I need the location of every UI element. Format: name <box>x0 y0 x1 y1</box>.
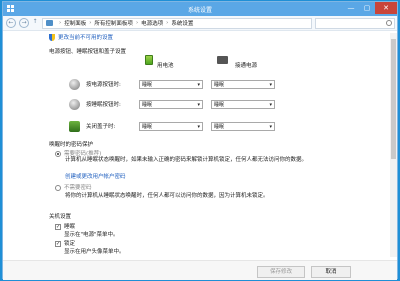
chevron-down-icon: ▾ <box>269 82 272 88</box>
minimize-button[interactable]: — <box>343 2 359 14</box>
scrollbar-thumb[interactable] <box>391 39 396 159</box>
chevron-down-icon: ▾ <box>269 102 272 108</box>
maximize-button[interactable]: ▢ <box>359 2 375 14</box>
forward-button[interactable]: → <box>19 18 29 28</box>
title-bar: 系统设置 — ▢ ✕ <box>3 2 397 16</box>
lock-desc: 显示在用户头像菜单中。 <box>64 249 125 255</box>
require-password-radio[interactable] <box>55 150 61 157</box>
search-icon <box>386 19 392 26</box>
back-button[interactable]: ← <box>6 18 16 28</box>
lock-option[interactable]: ✓ 锁定 <box>55 239 75 247</box>
save-changes-button[interactable]: 保存修改 <box>257 266 305 278</box>
control-panel-icon <box>46 20 53 26</box>
battery-icon <box>145 55 153 65</box>
power-button-icon <box>69 78 80 90</box>
breadcrumb[interactable]: › 控制面板 › 所有控制面板项 › 电源选项 › 系统设置 <box>42 17 312 29</box>
no-password-option[interactable]: 不需要密码 <box>55 183 92 191</box>
up-button[interactable]: ↑ <box>32 18 38 28</box>
uac-shield-icon <box>49 34 55 41</box>
address-bar: ← → ↑ › 控制面板 › 所有控制面板项 › 电源选项 › 系统设置 <box>3 16 397 31</box>
create-password-link[interactable]: 创建或更改用户帐户密码 <box>65 172 126 180</box>
close-lid-plugged-select[interactable]: 睡眠 ▾ <box>211 122 275 131</box>
sleep-checkbox[interactable]: ✓ <box>55 223 61 230</box>
sleep-desc: 显示在"电源"菜单中。 <box>64 232 119 238</box>
require-password-desc: 计算机从睡眠状态唤醒时，如果未输入正确的密码来解锁计算机锁定，任何人都无法访问你… <box>65 157 308 163</box>
no-password-desc: 将你的计算机从睡眠状态唤醒时，任何人都可以访问你的数据，因为计算机未锁定。 <box>65 193 269 199</box>
crumb-control-panel[interactable]: 控制面板 <box>64 19 86 27</box>
sleep-button-icon <box>69 98 80 110</box>
shutdown-section-title: 关机设置 <box>49 214 72 220</box>
crumb-system-settings[interactable]: 系统设置 <box>171 19 193 27</box>
laptop-lid-icon <box>69 120 80 132</box>
change-settings-link[interactable]: 更改当前不可用的设置 <box>49 33 113 41</box>
lock-checkbox[interactable]: ✓ <box>55 240 61 247</box>
no-password-radio[interactable] <box>55 184 61 191</box>
col-battery: 用电池 <box>157 63 174 69</box>
crumb-all-items[interactable]: 所有控制面板项 <box>94 19 133 27</box>
chevron-down-icon: ▾ <box>269 124 272 130</box>
scrollbar[interactable] <box>390 33 397 257</box>
sleep-button-plugged-select[interactable]: 睡眠 ▾ <box>211 100 275 109</box>
cancel-button[interactable]: 取消 <box>311 266 351 278</box>
chevron-down-icon: ▾ <box>197 102 200 108</box>
col-plugged-in: 接通电源 <box>235 63 258 69</box>
close-lid-row: 关闭盖子时: <box>69 119 140 133</box>
window-title: 系统设置 <box>187 7 212 14</box>
chevron-down-icon: ▾ <box>197 82 200 88</box>
power-section-title: 电源按钮、睡眠按钮和盖子设置 <box>49 49 127 55</box>
chevron-down-icon: ▾ <box>197 124 200 130</box>
sleep-button-battery-select[interactable]: 睡眠 ▾ <box>139 100 203 109</box>
require-password-option[interactable]: 需要密码(推荐) <box>55 149 101 157</box>
crumb-power-options[interactable]: 电源选项 <box>141 19 163 27</box>
power-button-row: 按电源按钮时: <box>69 77 140 91</box>
search-input[interactable] <box>315 17 395 29</box>
sleep-button-row: 按睡眠按钮时: <box>69 97 140 111</box>
close-button[interactable]: ✕ <box>375 2 397 14</box>
plug-icon <box>217 56 228 64</box>
close-lid-battery-select[interactable]: 睡眠 ▾ <box>139 122 203 131</box>
power-button-battery-select[interactable]: 睡眠 ▾ <box>139 80 203 89</box>
system-settings-window: 系统设置 — ▢ ✕ ← → ↑ › 控制面板 › 所有控制面板项 › 电源选项… <box>2 1 398 280</box>
power-button-plugged-select[interactable]: 睡眠 ▾ <box>211 80 275 89</box>
password-section-title: 唤醒时的密码保护 <box>49 142 94 148</box>
sleep-option[interactable]: ✓ 睡眠 <box>55 222 75 230</box>
